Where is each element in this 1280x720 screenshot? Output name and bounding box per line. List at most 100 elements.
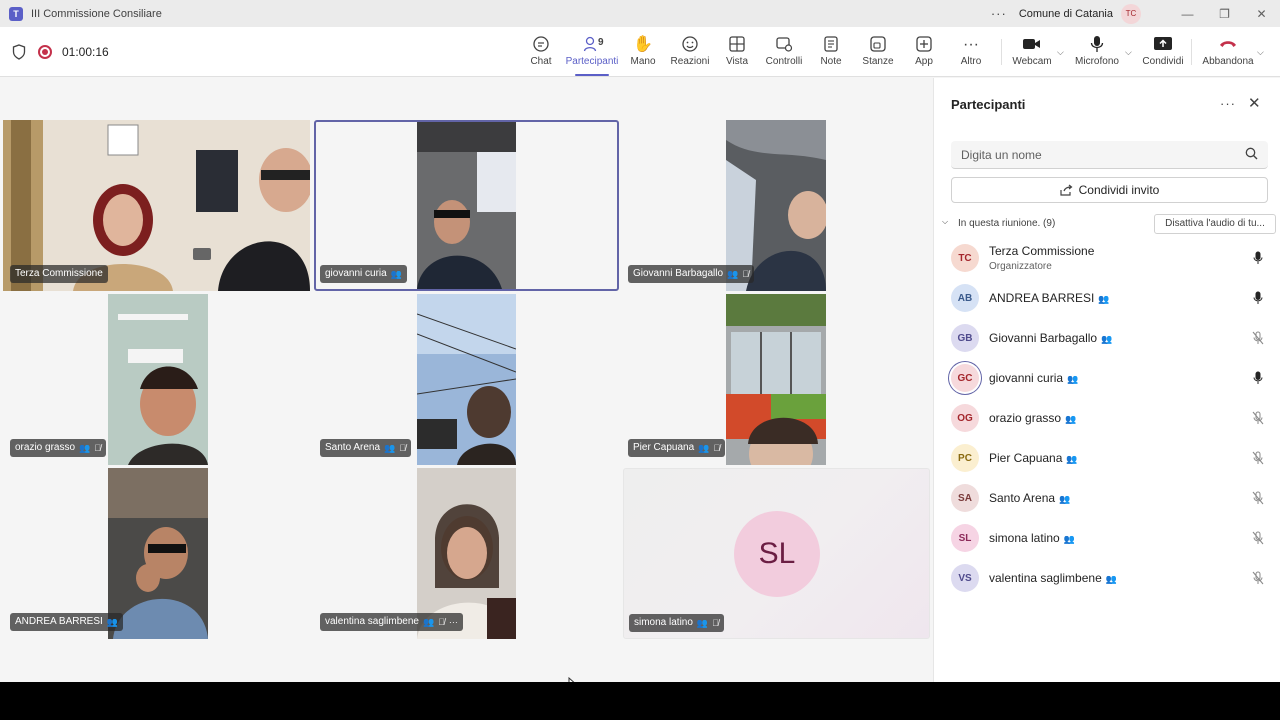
mic-on-icon[interactable] xyxy=(1252,371,1264,385)
avatar: SL xyxy=(951,524,979,552)
section-label: In questa riunione. (9) xyxy=(958,218,1056,229)
raise-hand-button[interactable]: ✋ Mano xyxy=(616,35,670,67)
microphone-label: Microfono xyxy=(1075,56,1119,67)
add-icon xyxy=(897,35,951,55)
participant-row[interactable]: GB Giovanni Barbagallo 👥 xyxy=(934,318,1280,358)
hand-icon: ✋ xyxy=(633,36,653,53)
controls-button[interactable]: Controlli xyxy=(757,35,811,67)
shield-icon[interactable] xyxy=(12,44,26,60)
avatar: TC xyxy=(951,244,979,272)
leave-options-chevron-icon[interactable]: ⌵ xyxy=(1257,47,1264,58)
participant-name-text: simona latino xyxy=(989,531,1060,545)
view-label: Vista xyxy=(725,56,749,67)
search-input[interactable] xyxy=(951,141,1231,169)
chevron-down-icon[interactable]: ⌵ xyxy=(942,217,948,227)
chat-button[interactable]: Chat xyxy=(514,35,568,67)
video-tile-andrea-barresi[interactable]: ANDREA BARRESI 👥 xyxy=(3,468,310,639)
in-meeting-section[interactable]: ⌵ In questa riunione. (9) Disattiva l'au… xyxy=(942,214,1276,234)
panel-more-icon[interactable]: ··· xyxy=(1220,96,1236,111)
apps-button[interactable]: App xyxy=(897,35,951,67)
mic-off-icon[interactable] xyxy=(1252,451,1264,465)
tile-participant-name: Santo Arena xyxy=(325,442,381,453)
webcam-options-chevron-icon[interactable]: ⌵ xyxy=(1057,47,1064,58)
video-tile-pier-capuana[interactable]: Pier Capuana 👥 🎙̸ xyxy=(623,294,930,465)
external-user-icon: 👥 xyxy=(1066,454,1078,464)
notes-button[interactable]: Note xyxy=(804,35,858,67)
participant-name: orazio grasso 👥 xyxy=(989,411,1076,425)
participant-name: Giovanni Barbagallo 👥 xyxy=(989,331,1112,345)
notes-icon xyxy=(804,35,858,55)
webcam-button[interactable]: Webcam xyxy=(1005,35,1059,67)
participants-button[interactable]: 9 Partecipanti xyxy=(565,35,619,76)
participant-row[interactable]: VS valentina saglimbene 👥 xyxy=(934,558,1280,598)
tile-participant-name: ANDREA BARRESI xyxy=(15,616,103,627)
meeting-timer: 01:00:16 xyxy=(62,45,109,59)
share-button[interactable]: Condividi xyxy=(1136,35,1190,67)
participant-row[interactable]: AB ANDREA BARRESI 👥 xyxy=(934,278,1280,318)
close-window-button[interactable]: ✕ xyxy=(1243,7,1280,21)
chat-label: Chat xyxy=(530,56,552,67)
participant-name: Santo Arena 👥 xyxy=(989,491,1070,505)
participant-name-text: Giovanni Barbagallo xyxy=(989,331,1098,345)
share-screen-icon xyxy=(1136,35,1190,55)
mic-off-icon[interactable] xyxy=(1252,531,1264,545)
video-tile-giovanni-barbagallo[interactable]: Giovanni Barbagallo 👥 🎙̸ xyxy=(623,120,930,291)
video-tile-simona-latino[interactable]: SL simona latino 👥 🎙̸ xyxy=(623,468,930,639)
more-actions-button[interactable]: ··· Altro xyxy=(944,35,998,67)
participant-name: simona latino 👥 xyxy=(989,531,1075,545)
avatar: VS xyxy=(951,564,979,592)
mic-off-icon: 🎙̸ xyxy=(94,443,101,453)
mic-off-icon[interactable] xyxy=(1252,331,1264,345)
avatar: GB xyxy=(951,324,979,352)
tile-name-label: orazio grasso 👥 🎙̸ xyxy=(10,439,106,457)
participant-name-text: orazio grasso xyxy=(989,411,1062,425)
video-tile-santo-arena[interactable]: Santo Arena 👥 🎙̸ xyxy=(316,294,617,465)
microphone-button[interactable]: Microfono xyxy=(1070,35,1124,67)
notes-label: Note xyxy=(820,56,842,67)
video-stage: Terza Commissione giovanni curia 👥 Giova… xyxy=(0,78,933,692)
maximize-button[interactable]: ❐ xyxy=(1206,7,1243,21)
hand-label: Mano xyxy=(630,56,656,67)
smiley-icon xyxy=(663,35,717,55)
participant-row[interactable]: SA Santo Arena 👥 xyxy=(934,478,1280,518)
reactions-button[interactable]: Reazioni xyxy=(663,35,717,67)
reactions-label: Reazioni xyxy=(670,56,710,67)
share-invite-button[interactable]: Condividi invito xyxy=(951,177,1268,203)
view-button[interactable]: Vista xyxy=(710,35,764,67)
tile-name-label: Terza Commissione xyxy=(10,265,108,283)
leave-button[interactable]: Abbandona xyxy=(1201,35,1255,67)
user-avatar[interactable]: TC xyxy=(1121,3,1141,24)
more-icon[interactable]: ··· xyxy=(991,6,1007,21)
minimize-button[interactable]: — xyxy=(1169,7,1206,21)
mute-all-button[interactable]: Disattiva l'audio di tu... xyxy=(1154,214,1276,234)
participant-row[interactable]: GC giovanni curia 👥 xyxy=(934,358,1280,398)
grid-icon xyxy=(710,35,764,55)
more-label: Altro xyxy=(960,56,982,67)
participant-name: ANDREA BARRESI 👥 xyxy=(989,291,1110,305)
video-tile-terza-commissione[interactable]: Terza Commissione xyxy=(3,120,310,291)
avatar: GC xyxy=(951,364,979,392)
mic-off-icon[interactable] xyxy=(1252,571,1264,585)
title-bar: T III Commissione Consiliare ··· Comune … xyxy=(0,0,1280,27)
apps-label: App xyxy=(915,56,933,67)
tile-more-icon[interactable]: ··· xyxy=(449,613,458,631)
participant-row[interactable]: SL simona latino 👥 xyxy=(934,518,1280,558)
mic-on-icon[interactable] xyxy=(1252,291,1264,305)
video-tile-orazio-grasso[interactable]: orazio grasso 👥 🎙̸ xyxy=(3,294,310,465)
participant-row[interactable]: TC Terza Commissione Organizzatore xyxy=(934,238,1280,278)
tile-name-label: simona latino 👥 🎙̸ xyxy=(629,614,724,632)
mic-off-icon[interactable] xyxy=(1252,491,1264,505)
video-tile-valentina-saglimbene[interactable]: valentina saglimbene 👥 🎙̸ ··· xyxy=(316,468,617,639)
participant-name-text: giovanni curia xyxy=(989,371,1064,385)
search-icon[interactable] xyxy=(1245,147,1258,163)
close-icon[interactable]: ✕ xyxy=(1248,94,1261,112)
tile-participant-name: Giovanni Barbagallo xyxy=(633,268,724,279)
microphone-options-chevron-icon[interactable]: ⌵ xyxy=(1125,47,1132,58)
share-invite-label: Condividi invito xyxy=(1078,183,1160,197)
tile-participant-name: simona latino xyxy=(634,617,693,628)
participant-row[interactable]: PC Pier Capuana 👥 xyxy=(934,438,1280,478)
share-icon xyxy=(1060,184,1073,196)
mic-off-icon[interactable] xyxy=(1252,411,1264,425)
participant-row[interactable]: OG orazio grasso 👥 xyxy=(934,398,1280,438)
mic-on-icon[interactable] xyxy=(1252,251,1264,265)
